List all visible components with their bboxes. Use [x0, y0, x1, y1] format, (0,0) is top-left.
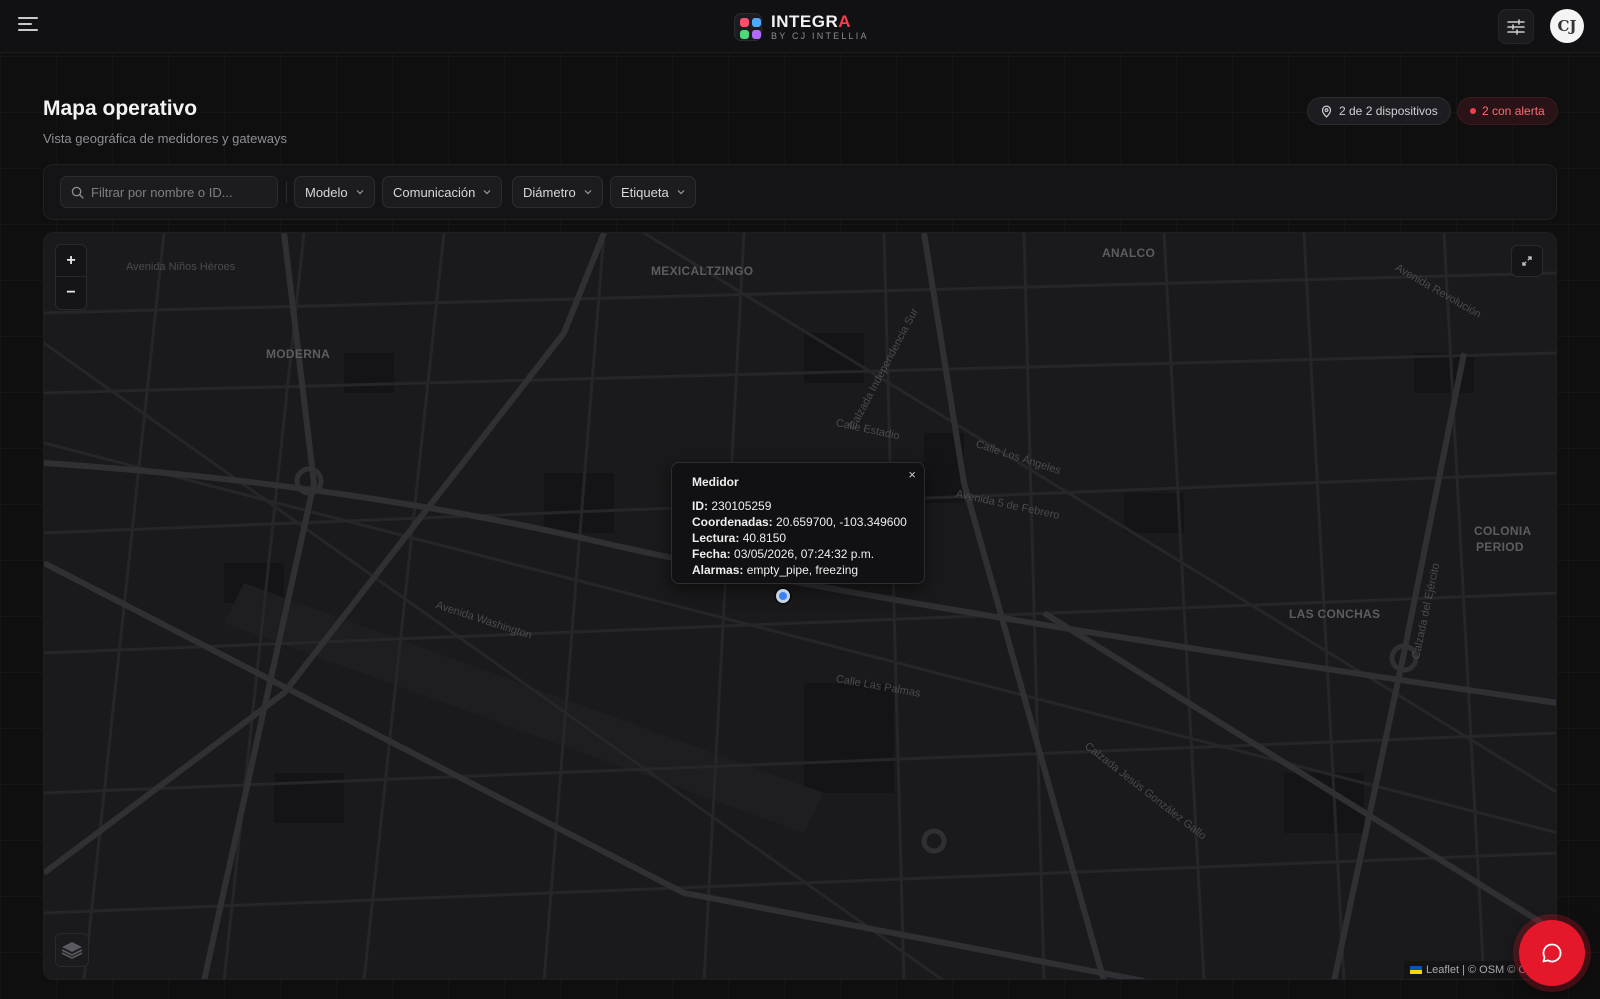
- logo-square: [740, 30, 749, 39]
- map-area-label: MEXICALTZINGO: [651, 264, 754, 278]
- map-area-label: MODERNA: [266, 347, 331, 361]
- fullscreen-button[interactable]: [1511, 245, 1543, 277]
- chevron-down-icon: [584, 190, 592, 195]
- dropdown-label: Modelo: [305, 184, 348, 200]
- alert-dot-icon: [1470, 108, 1476, 114]
- map-container[interactable]: MEXICALTZINGO ANALCO MODERNA LAS CONCHAS…: [43, 232, 1557, 980]
- ukraine-flag-icon: [1410, 966, 1422, 974]
- communication-dropdown[interactable]: Comunicación: [382, 176, 503, 208]
- filter-divider: [286, 181, 287, 203]
- map-area-label: COLONIA: [1474, 524, 1532, 538]
- map-area-label: LAS CONCHAS: [1289, 607, 1381, 621]
- alert-badge: 2 con alerta: [1457, 97, 1558, 125]
- search-input[interactable]: [91, 184, 271, 200]
- model-dropdown[interactable]: Modelo: [294, 176, 375, 208]
- search-icon: [71, 186, 84, 199]
- zoom-in-button[interactable]: +: [56, 245, 86, 277]
- logo-square: [752, 18, 761, 27]
- dropdown-label: Diámetro: [523, 184, 576, 200]
- layers-button[interactable]: [55, 933, 89, 967]
- filter-bar: Modelo Comunicación Diámetro Etiqueta: [43, 164, 1557, 220]
- sliders-icon: [1507, 18, 1525, 35]
- zoom-out-button[interactable]: −: [56, 277, 86, 309]
- avatar[interactable]: CJ: [1550, 9, 1584, 43]
- logo-square: [740, 18, 749, 27]
- map-pin-icon: [1321, 105, 1332, 118]
- brand[interactable]: INTEGRA BY CJ INTELLIA: [734, 11, 869, 43]
- street-label: Avenida Niños Héroes: [126, 261, 236, 273]
- top-bar: INTEGRA BY CJ INTELLIA CJ: [0, 0, 1600, 53]
- popup-row-date: Fecha: 03/05/2026, 07:24:32 p.m.: [692, 547, 875, 561]
- map-area-label: PERIOD: [1476, 540, 1524, 554]
- map-area-label: ANALCO: [1102, 246, 1156, 260]
- devices-count-badge: 2 de 2 dispositivos: [1307, 97, 1451, 125]
- popup-row-reading: Lectura: 40.8150: [692, 531, 787, 545]
- avatar-initials: CJ: [1557, 17, 1577, 35]
- chevron-down-icon: [677, 190, 685, 195]
- popup-close-button[interactable]: ×: [908, 467, 916, 482]
- chat-icon: [1542, 943, 1562, 963]
- chevron-down-icon: [356, 190, 364, 195]
- map-attribution[interactable]: Leaflet | © OSM © CA: [1404, 961, 1540, 979]
- menu-icon[interactable]: [18, 17, 38, 35]
- meter-popup: × Medidor ID: 230105259 Coordenadas: 20.…: [671, 462, 925, 584]
- logo-square: [752, 30, 761, 39]
- zoom-control: + −: [55, 244, 87, 310]
- search-box[interactable]: [60, 176, 278, 208]
- devices-count-text: 2 de 2 dispositivos: [1339, 104, 1438, 118]
- brand-name: INTEGRA: [771, 12, 852, 31]
- popup-row-coords: Coordenadas: 20.659700, -103.349600: [692, 515, 907, 529]
- popup-row-id: ID: 230105259: [692, 499, 772, 513]
- diameter-dropdown[interactable]: Diámetro: [512, 176, 603, 208]
- tag-dropdown[interactable]: Etiqueta: [610, 176, 696, 208]
- brand-logo-icon: [734, 13, 762, 41]
- page-subtitle: Vista geográfica de medidores y gateways: [43, 131, 288, 146]
- popup-title: Medidor: [692, 475, 739, 489]
- page-title: Mapa operativo: [43, 97, 198, 120]
- alert-text: 2 con alerta: [1482, 104, 1545, 118]
- chevron-down-icon: [483, 190, 491, 195]
- chat-button[interactable]: [1519, 920, 1585, 986]
- brand-subtitle: BY CJ INTELLIA: [771, 31, 869, 41]
- meter-marker[interactable]: [776, 589, 790, 603]
- settings-button[interactable]: [1498, 9, 1534, 44]
- attribution-text: Leaflet | © OSM © CA: [1426, 964, 1534, 976]
- layers-icon: [61, 942, 83, 959]
- dropdown-label: Comunicación: [393, 184, 476, 200]
- dropdown-label: Etiqueta: [621, 184, 669, 200]
- fullscreen-icon: [1522, 256, 1532, 266]
- popup-row-alarms: Alarmas: empty_pipe, freezing: [692, 563, 859, 577]
